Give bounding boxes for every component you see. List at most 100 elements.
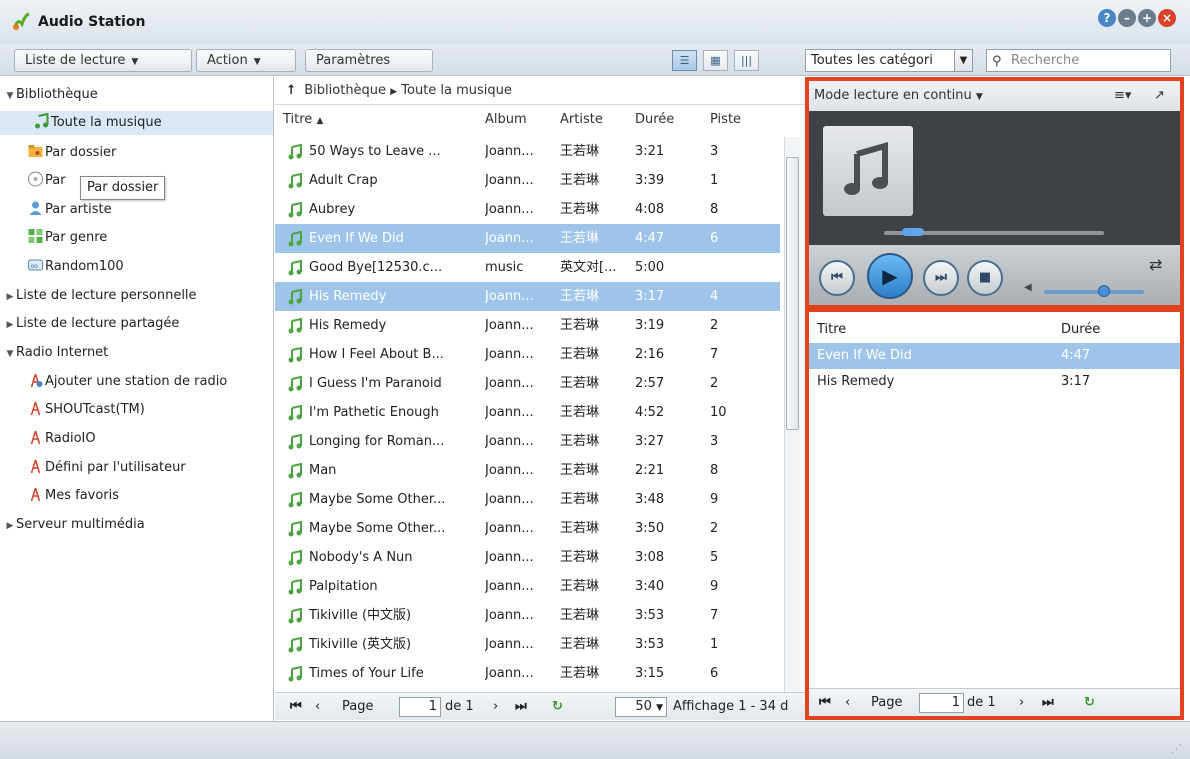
- tree-by-genre[interactable]: Par genre: [0, 226, 273, 250]
- cell-album: Joann...: [485, 202, 534, 217]
- tree-all-music[interactable]: Toute la musique: [0, 111, 273, 135]
- tree-media-server[interactable]: ▶ Serveur multimédia: [4, 513, 277, 537]
- tree-internet-radio[interactable]: ▼ Radio Internet: [4, 341, 277, 365]
- cell-title: Longing for Roman...: [309, 434, 445, 449]
- table-row[interactable]: I Guess I'm Paranoid Joann... 王若琳 2:57 2: [275, 369, 780, 398]
- table-row[interactable]: Adult Crap Joann... 王若琳 3:39 1: [275, 166, 780, 195]
- refresh-icon[interactable]: ↻: [552, 693, 563, 720]
- song-list-pager: ⏮ ‹ Page 1 de 1 › ⏭ ↻ 50 ▼ Affichage 1 -…: [275, 692, 805, 720]
- table-row[interactable]: How I Feel About B... Joann... 王若琳 2:16 7: [275, 340, 780, 369]
- refresh-icon[interactable]: ↻: [1084, 689, 1095, 716]
- search-input[interactable]: ⚲ Recherche: [986, 49, 1171, 72]
- category-select[interactable]: Toutes les catégori ▼: [805, 49, 973, 72]
- table-row[interactable]: Tikiville (英文版) Joann... 王若琳 3:53 1: [275, 630, 780, 659]
- playlist-menu-icon[interactable]: ≡▾: [1114, 81, 1131, 111]
- tree-by-folder[interactable]: Par dossier: [0, 141, 273, 165]
- toolbar: Liste de lecture ▼ Action ▼ Paramètres ☰ ▦…: [0, 44, 1190, 76]
- tree-by-artist[interactable]: Par artiste: [0, 198, 273, 222]
- volume-knob[interactable]: [1098, 285, 1110, 297]
- tree-random100[interactable]: oo Random100: [0, 255, 273, 279]
- column-title[interactable]: Titre ▲: [283, 112, 323, 127]
- column-artist[interactable]: Artiste: [560, 112, 603, 127]
- table-row[interactable]: Tikiville (中文版) Joann... 王若琳 3:53 7: [275, 601, 780, 630]
- tree-radioio[interactable]: RadioIO: [0, 427, 273, 451]
- mini-player-icon[interactable]: ↗: [1154, 81, 1165, 111]
- table-row[interactable]: His Remedy Joann... 王若琳 3:17 4: [275, 282, 780, 311]
- expand-arrow-icon[interactable]: ▶: [4, 313, 16, 337]
- help-icon[interactable]: ?: [1098, 9, 1116, 27]
- playlist-menu-button[interactable]: Liste de lecture ▼: [14, 49, 192, 72]
- table-row[interactable]: Palpitation Joann... 王若琳 3:40 9: [275, 572, 780, 601]
- tree-library[interactable]: ▼ Bibliothèque: [4, 83, 277, 107]
- playlist-row[interactable]: His Remedy 3:17: [809, 369, 1180, 395]
- playlist-row[interactable]: Even If We Did 4:47: [809, 343, 1180, 369]
- progress-knob[interactable]: [902, 228, 924, 236]
- table-row[interactable]: Good Bye[12530.c... music 英文对[... 5:00: [275, 253, 780, 282]
- settings-button[interactable]: Paramètres: [305, 49, 433, 72]
- previous-track-icon[interactable]: ⏮: [819, 260, 855, 296]
- next-page-icon[interactable]: ›: [493, 693, 498, 720]
- icon-view-icon[interactable]: ▦: [703, 50, 728, 71]
- table-row[interactable]: 50 Ways to Leave ... Joann... 王若琳 3:21 3: [275, 137, 780, 166]
- up-arrow-icon[interactable]: ⭡: [288, 83, 294, 98]
- minimize-icon[interactable]: –: [1118, 9, 1136, 27]
- expand-arrow-icon[interactable]: ▼: [4, 342, 16, 366]
- table-row[interactable]: Nobody's A Nun Joann... 王若琳 3:08 5: [275, 543, 780, 572]
- cell-artist: 王若琳: [560, 347, 600, 362]
- resize-grip-icon[interactable]: ⋰: [1171, 742, 1182, 755]
- tree-favorites[interactable]: Mes favoris: [0, 484, 273, 508]
- music-note-icon: [288, 492, 302, 508]
- expand-arrow-icon[interactable]: ▶: [4, 514, 16, 538]
- tree-add-station[interactable]: Ajouter une station de radio: [0, 370, 273, 394]
- play-button[interactable]: ▶: [867, 253, 913, 299]
- table-row[interactable]: Man Joann... 王若琳 2:21 8: [275, 456, 780, 485]
- list-view-icon[interactable]: ☰: [672, 50, 697, 71]
- playlist-column-title[interactable]: Titre: [817, 317, 846, 343]
- tree-user-defined[interactable]: Défini par l'utilisateur: [0, 456, 273, 480]
- tree-shoutcast[interactable]: SHOUTcast(TM): [0, 398, 273, 422]
- tree-personal-playlist[interactable]: ▶ Liste de lecture personnelle: [4, 284, 277, 308]
- table-row[interactable]: I'm Pathetic Enough Joann... 王若琳 4:52 10: [275, 398, 780, 427]
- coverflow-view-icon[interactable]: |||: [734, 50, 759, 71]
- playlist-page-input[interactable]: 1: [919, 693, 964, 713]
- table-row[interactable]: Maybe Some Other... Joann... 王若琳 3:50 2: [275, 514, 780, 543]
- table-row[interactable]: His Remedy Joann... 王若琳 3:19 2: [275, 311, 780, 340]
- last-page-icon[interactable]: ⏭: [1042, 689, 1054, 716]
- play-mode-select[interactable]: Mode lecture en continu ▼: [814, 88, 983, 103]
- last-page-icon[interactable]: ⏭: [515, 693, 527, 720]
- table-row[interactable]: Times of Your Life Joann... 王若琳 3:15 6: [275, 659, 780, 688]
- playlist-cell-duration: 3:17: [1061, 374, 1091, 389]
- volume-slider[interactable]: [1044, 285, 1144, 297]
- first-page-icon[interactable]: ⏮: [290, 693, 302, 720]
- breadcrumb-root[interactable]: Bibliothèque: [304, 83, 386, 98]
- cell-track: 5: [710, 550, 719, 565]
- expand-arrow-icon[interactable]: ▶: [4, 285, 16, 309]
- vertical-scrollbar[interactable]: [784, 137, 800, 692]
- next-track-icon[interactable]: ⏭: [923, 260, 959, 296]
- progress-slider[interactable]: [884, 228, 1104, 236]
- page-number-input[interactable]: 1: [399, 697, 441, 717]
- column-album[interactable]: Album: [485, 112, 527, 127]
- tree-shared-playlist[interactable]: ▶ Liste de lecture partagée: [4, 312, 277, 336]
- maximize-icon[interactable]: +: [1138, 9, 1156, 27]
- column-track[interactable]: Piste: [710, 112, 741, 127]
- scrollbar-thumb[interactable]: [786, 157, 799, 430]
- stop-icon[interactable]: ■: [967, 260, 1003, 296]
- chevron-down-icon[interactable]: ▼: [954, 50, 972, 71]
- action-menu-button[interactable]: Action ▼: [196, 49, 296, 72]
- table-row[interactable]: Longing for Roman... Joann... 王若琳 3:27 3: [275, 427, 780, 456]
- column-duration[interactable]: Durée: [635, 112, 674, 127]
- prev-page-icon[interactable]: ‹: [315, 693, 320, 720]
- prev-page-icon[interactable]: ‹: [845, 689, 850, 716]
- next-page-icon[interactable]: ›: [1019, 689, 1024, 716]
- first-page-icon[interactable]: ⏮: [819, 689, 831, 716]
- expand-arrow-icon[interactable]: ▼: [4, 84, 16, 108]
- page-size-select[interactable]: 50 ▼: [615, 697, 667, 717]
- repeat-icon[interactable]: ⇄: [1149, 255, 1162, 274]
- table-row[interactable]: Aubrey Joann... 王若琳 4:08 8: [275, 195, 780, 224]
- table-row[interactable]: Maybe Some Other... Joann... 王若琳 3:48 9: [275, 485, 780, 514]
- tree-library-label: Bibliothèque: [16, 87, 98, 102]
- playlist-column-duration[interactable]: Durée: [1061, 317, 1100, 343]
- close-icon[interactable]: ×: [1158, 9, 1176, 27]
- table-row[interactable]: Even If We Did Joann... 王若琳 4:47 6: [275, 224, 780, 253]
